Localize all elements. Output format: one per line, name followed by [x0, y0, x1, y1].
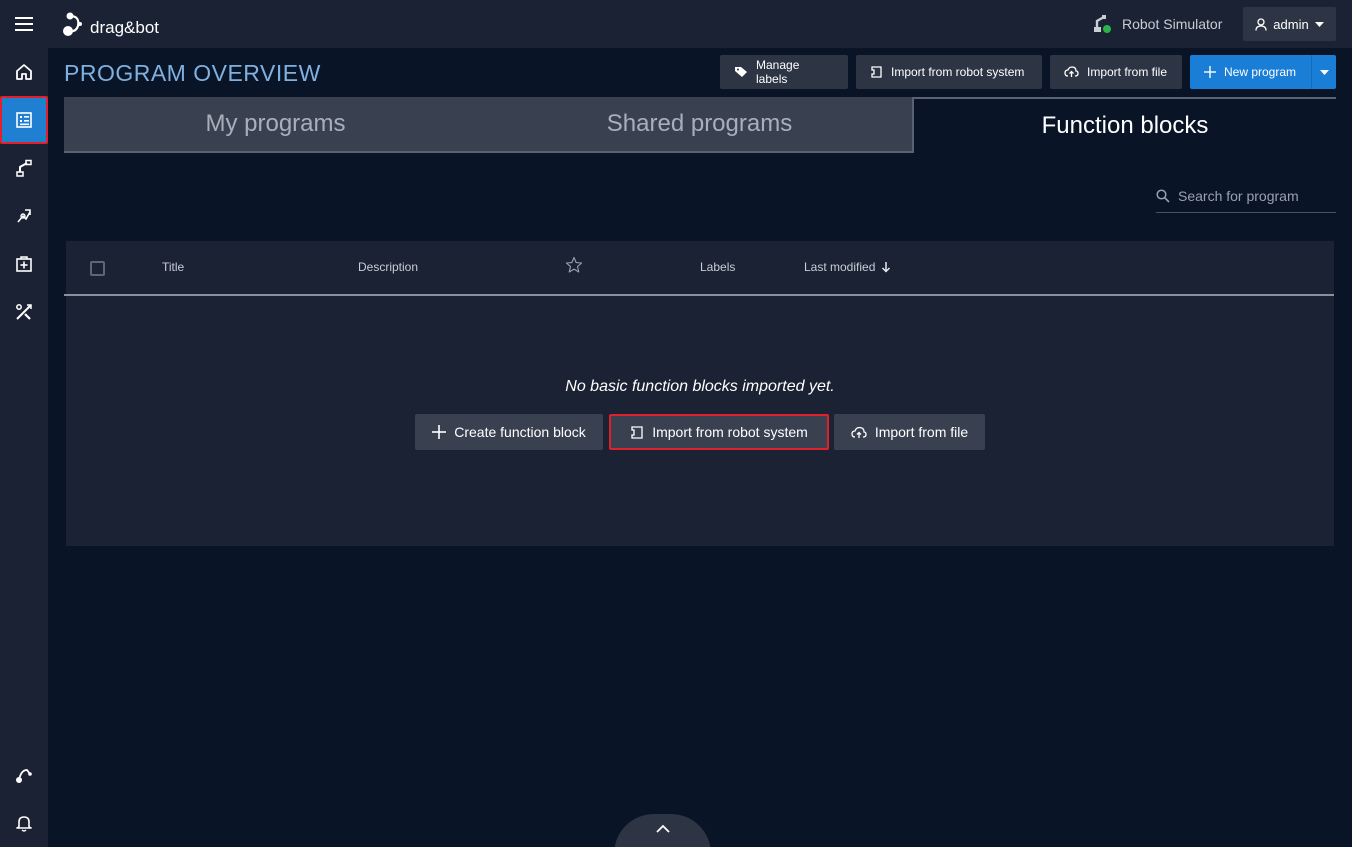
- arrow-down-icon: [881, 261, 891, 273]
- column-last-modified[interactable]: Last modified: [804, 260, 891, 274]
- tab-label: Shared programs: [606, 110, 793, 137]
- sidebar-item-add-on[interactable]: [0, 240, 48, 288]
- chevron-down-icon: [1314, 21, 1324, 27]
- column-labels[interactable]: Labels: [700, 260, 735, 274]
- robot-name: Robot Simulator: [1122, 16, 1223, 32]
- import-from-file-label: Import from file: [874, 424, 969, 440]
- logo-mark-icon: [62, 10, 88, 38]
- tab-my-programs[interactable]: My programs: [64, 97, 487, 153]
- program-list-icon: [15, 111, 33, 129]
- import-file-label: Import from file: [1087, 65, 1168, 79]
- column-description-label: Description: [358, 260, 419, 274]
- menu-button[interactable]: [0, 0, 48, 48]
- import-robot-button[interactable]: Import from robot system: [856, 55, 1042, 89]
- tab-shared-programs[interactable]: Shared programs: [487, 97, 912, 153]
- import-from-file-button[interactable]: Import from file: [834, 414, 985, 450]
- new-program-dropdown[interactable]: [1311, 55, 1336, 89]
- import-file-button[interactable]: Import from file: [1050, 55, 1182, 89]
- sidebar-item-home[interactable]: [0, 48, 48, 96]
- plus-icon: [432, 425, 447, 439]
- sidebar-item-tools[interactable]: [0, 288, 48, 336]
- search-input[interactable]: [1178, 188, 1328, 204]
- cloud-upload-icon: [851, 426, 867, 439]
- manage-labels-label: Manage labels: [756, 58, 800, 86]
- column-favorite[interactable]: [565, 256, 583, 274]
- sidebar-item-skills[interactable]: [0, 192, 48, 240]
- column-labels-label: Labels: [700, 260, 736, 274]
- select-all-checkbox[interactable]: [90, 261, 105, 276]
- hamburger-icon: [15, 17, 33, 31]
- table-header: Title Description Labels Last modified: [64, 241, 1334, 296]
- import-robot-system-button[interactable]: Import from robot system: [609, 414, 829, 450]
- robot-connect-icon: [870, 66, 883, 78]
- plus-icon: [1204, 66, 1216, 78]
- home-icon: [15, 63, 33, 81]
- user-menu-button[interactable]: admin: [1243, 7, 1336, 41]
- new-program-button[interactable]: New program: [1190, 55, 1311, 89]
- robot-status-icon: [1092, 14, 1112, 34]
- user-icon: [1255, 17, 1267, 31]
- manage-labels-button[interactable]: Manage labels: [720, 55, 848, 89]
- column-title-label: Title: [162, 260, 185, 274]
- tab-label: My programs: [205, 110, 346, 137]
- medkit-icon: [15, 255, 33, 273]
- import-robot-label: Import from robot system: [891, 65, 1025, 79]
- column-description[interactable]: Description: [358, 260, 418, 274]
- sidebar-item-notifications[interactable]: [0, 799, 48, 847]
- app-logo[interactable]: drag&bot: [62, 8, 159, 40]
- cloud-upload-icon: [1064, 66, 1079, 78]
- star-icon: [565, 256, 583, 274]
- tools-icon: [15, 303, 33, 321]
- sidebar-item-path[interactable]: [0, 751, 48, 799]
- new-program-label: New program: [1224, 65, 1297, 79]
- create-function-block-label: Create function block: [454, 424, 586, 440]
- import-robot-system-label: Import from robot system: [652, 424, 808, 440]
- search-box: [1156, 180, 1336, 213]
- sidebar: [0, 48, 48, 847]
- tab-label: Function blocks: [1041, 112, 1209, 139]
- column-last-modified-label: Last modified: [804, 260, 876, 274]
- label-tag-icon: [734, 66, 748, 78]
- program-table: Title Description Labels Last modified N…: [64, 241, 1334, 546]
- bottom-panel-toggle[interactable]: [614, 814, 711, 847]
- chevron-up-icon: [655, 824, 670, 847]
- column-title[interactable]: Title: [162, 260, 184, 274]
- robot-connect-icon: [630, 425, 644, 439]
- sidebar-item-robot[interactable]: [0, 144, 48, 192]
- sidebar-item-programs[interactable]: [0, 96, 48, 144]
- skills-icon: [15, 207, 33, 225]
- user-name: admin: [1273, 16, 1309, 32]
- create-function-block-button[interactable]: Create function block: [415, 414, 603, 450]
- bell-icon: [16, 814, 32, 832]
- search-icon: [1156, 189, 1170, 203]
- empty-state-message: No basic function blocks imported yet.: [565, 378, 835, 395]
- page-title: PROGRAM OVERVIEW: [64, 60, 321, 86]
- path-icon: [15, 766, 33, 784]
- tab-function-blocks[interactable]: Function blocks: [914, 97, 1336, 153]
- top-bar: drag&bot Robot Simulator admin: [0, 0, 1352, 48]
- chevron-down-icon: [1319, 69, 1329, 75]
- logo-text: drag&bot: [90, 18, 159, 37]
- robot-status[interactable]: Robot Simulator: [1092, 10, 1222, 38]
- robot-arm-icon: [15, 159, 33, 177]
